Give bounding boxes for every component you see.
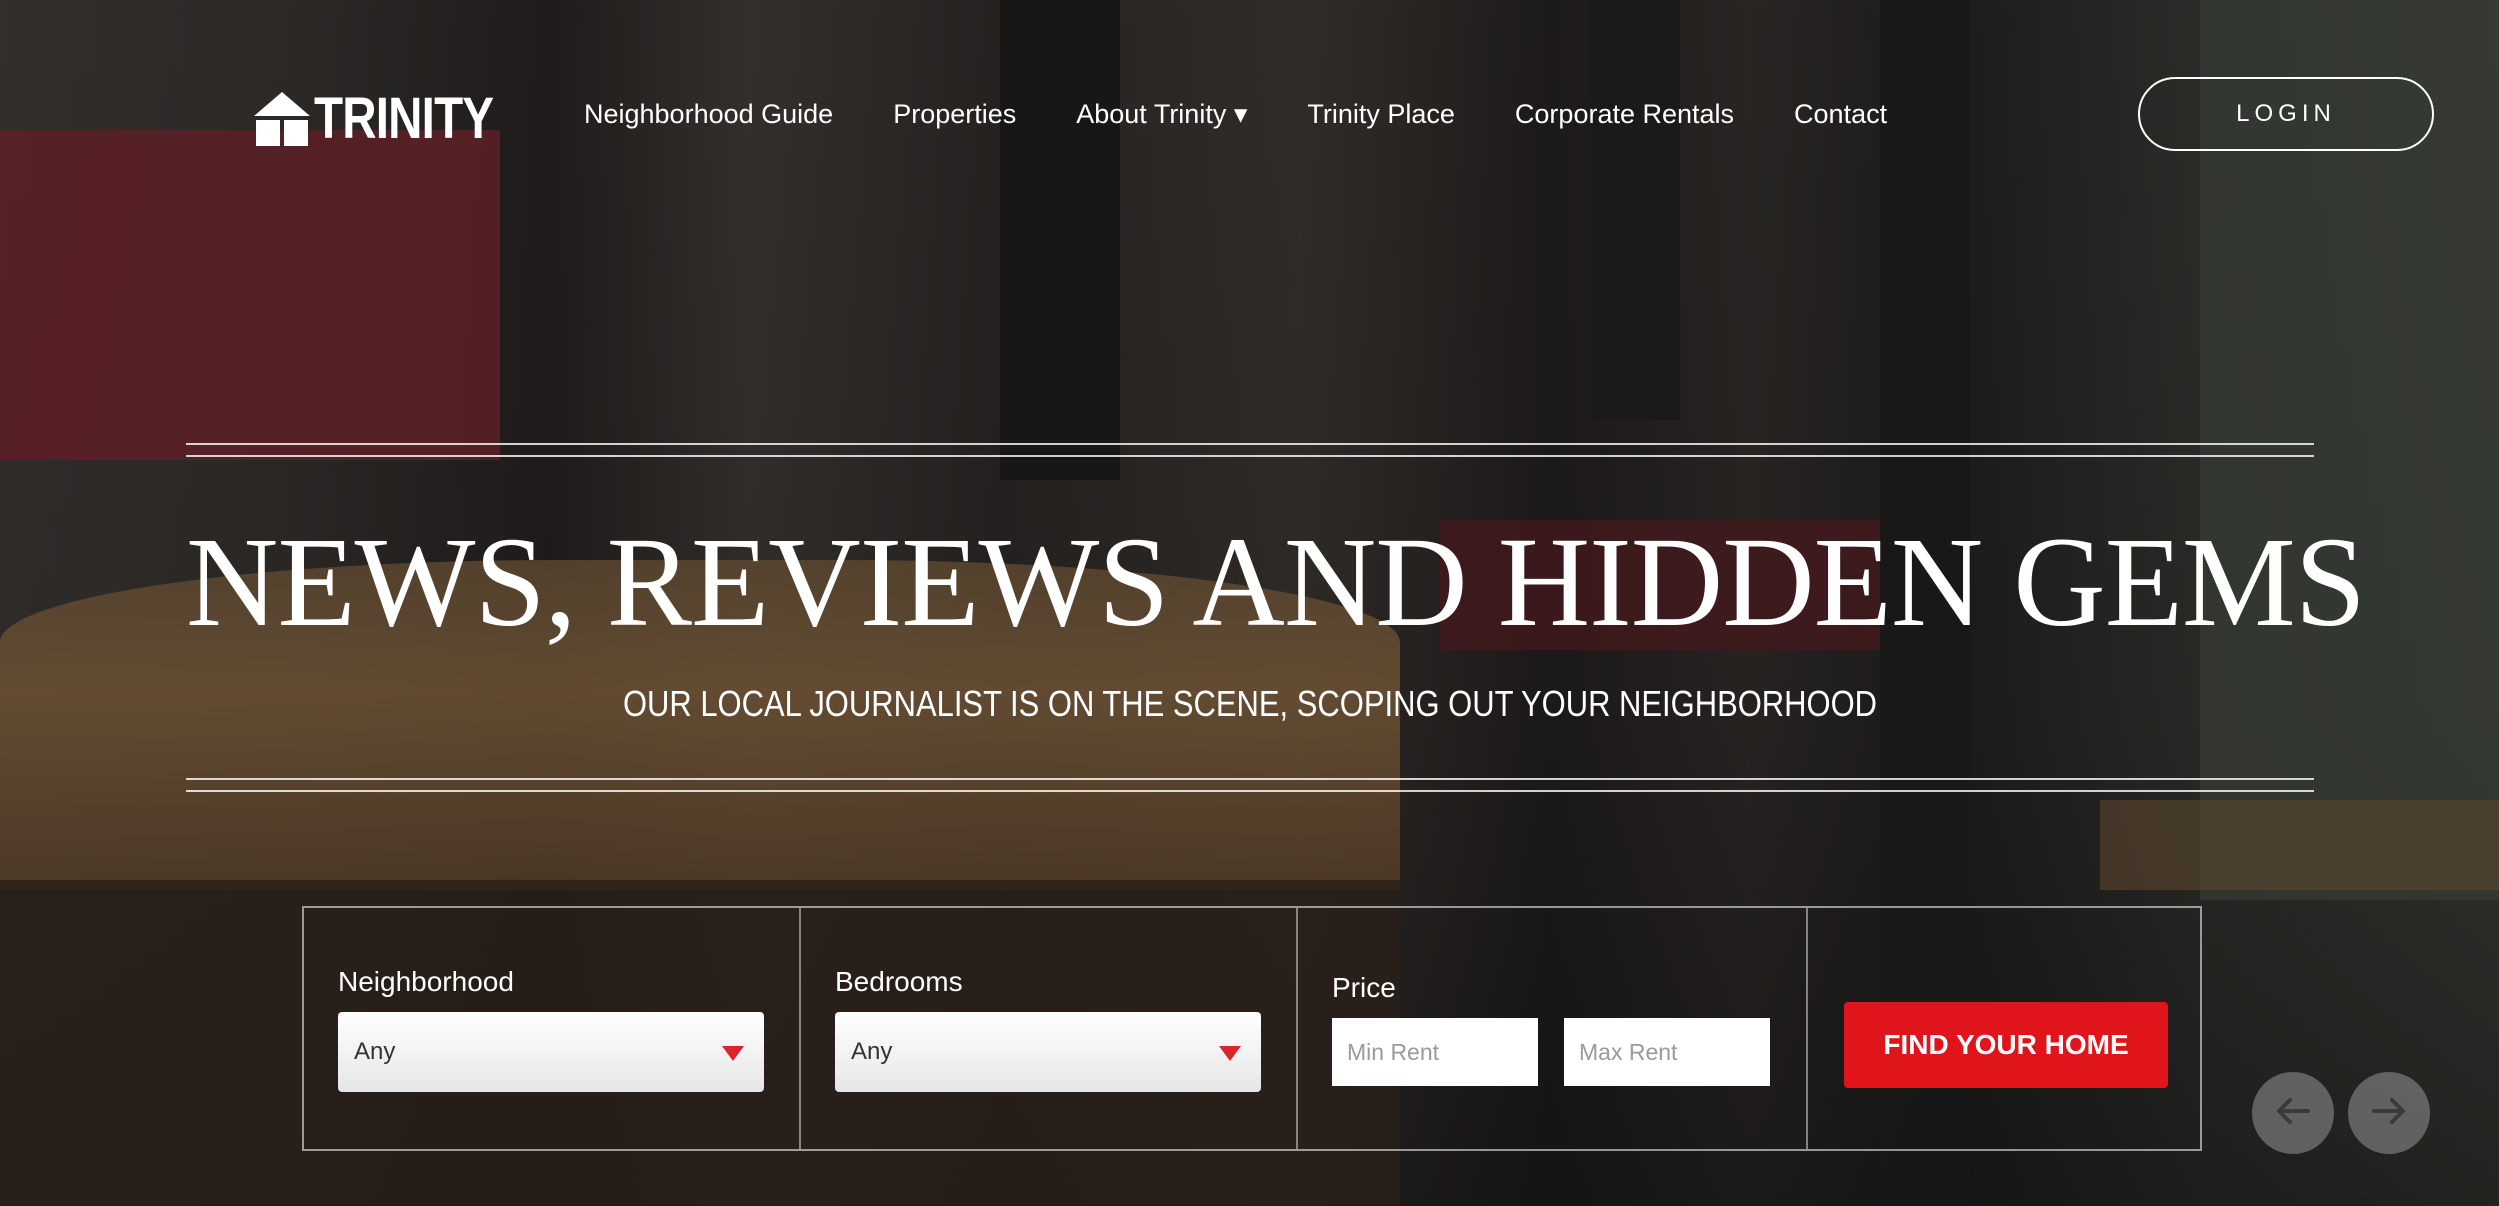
bedrooms-select[interactable]: Any [835,1012,1261,1092]
nav-item-properties[interactable]: Properties [893,96,1016,132]
hero-rule-top-1 [186,443,2314,445]
neighborhood-field-group: Neighborhood Any [304,908,801,1149]
arrow-right-icon [2372,1097,2406,1130]
arrow-left-icon [2276,1097,2310,1130]
bedrooms-select-value: Any [851,1038,893,1065]
hero-rule-bottom-2 [186,790,2314,792]
hero-rule-bottom-1 [186,778,2314,780]
dropdown-arrow-icon [1219,1046,1241,1061]
carousel-prev-button[interactable] [2252,1072,2334,1154]
find-your-home-button[interactable]: FIND YOUR HOME [1844,1002,2168,1088]
nav-item-contact[interactable]: Contact [1794,96,1887,132]
search-submit-group: FIND YOUR HOME [1808,908,2200,1149]
login-button[interactable]: LOGIN [2138,77,2434,151]
max-rent-input[interactable] [1564,1018,1770,1086]
nav-item-neighborhood-guide[interactable]: Neighborhood Guide [584,96,833,132]
nav-item-about-trinity[interactable]: About Trinity ▾ [1076,96,1247,132]
carousel-next-button[interactable] [2348,1072,2430,1154]
property-search-form: Neighborhood Any Bedrooms Any Price FIND… [302,906,2202,1151]
nav-item-corporate-rentals[interactable]: Corporate Rentals [1515,96,1734,132]
hero-title: NEWS, REVIEWS AND HIDDEN GEMS [186,511,2366,653]
price-field-group: Price [1298,908,1808,1149]
price-label: Price [1332,972,1396,1003]
dropdown-arrow-icon [722,1046,744,1061]
brand-name: TRINITY [314,86,494,151]
bedrooms-field-group: Bedrooms Any [801,908,1298,1149]
neighborhood-select-value: Any [354,1038,396,1065]
neighborhood-select[interactable]: Any [338,1012,764,1092]
nav-item-trinity-place[interactable]: Trinity Place [1307,96,1455,132]
neighborhood-label: Neighborhood [338,966,514,997]
brand-logo[interactable]: TRINITY [254,86,533,151]
house-logo-icon [254,92,310,146]
hero-rule-top-2 [186,455,2314,457]
main-nav: Neighborhood Guide Properties About Trin… [584,96,1887,132]
bedrooms-label: Bedrooms [835,966,963,997]
hero-subtitle: OUR LOCAL JOURNALIST IS ON THE SCENE, SC… [622,683,1878,724]
min-rent-input[interactable] [1332,1018,1538,1086]
